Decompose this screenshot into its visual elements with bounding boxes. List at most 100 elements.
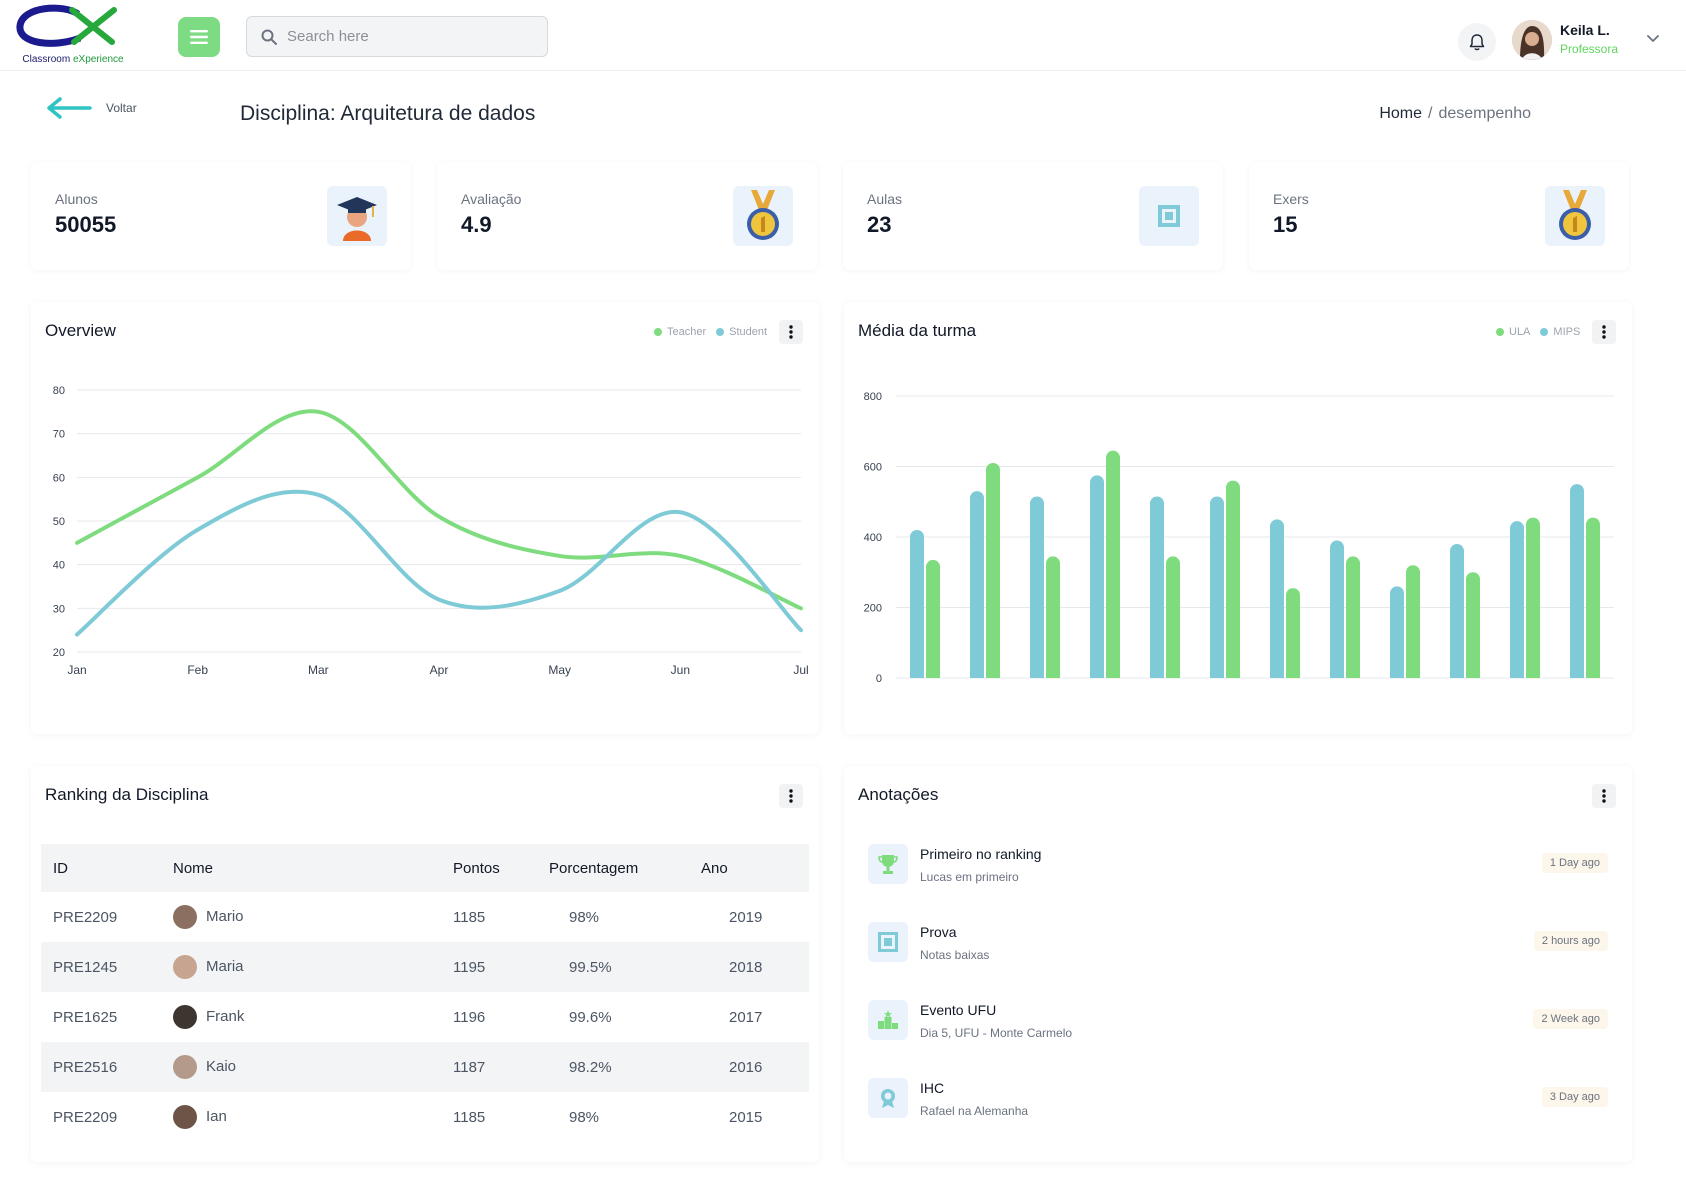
logo[interactable]: Classroom eXperience: [14, 4, 132, 68]
y-tick-label: 50: [53, 516, 65, 528]
bar-ula: [1526, 517, 1540, 678]
cell-porcentagem: 99.5%: [569, 958, 612, 976]
cell-nome: Frank: [173, 992, 453, 1042]
table-row[interactable]: PRE1245 Maria 1195 99.5% 2018: [41, 942, 809, 992]
bar-mips: [1570, 484, 1584, 678]
bar-base-ula: [986, 670, 1000, 678]
bar-base-ula: [1586, 670, 1600, 678]
bar-ula: [1406, 565, 1420, 678]
x-tick-label: Jun: [671, 663, 690, 677]
bar-mips: [910, 529, 924, 678]
note-item[interactable]: Evento UFU Dia 5, UFU - Monte Carmelo 2 …: [868, 1000, 1608, 1056]
cell-nome: Ian: [173, 1092, 453, 1142]
bar-ula: [1346, 556, 1360, 678]
bar-mips: [1210, 496, 1224, 678]
cell-porcentagem: 99.6%: [569, 1008, 612, 1026]
overview-panel: Overview Teacher Student 20 30 40 50 60 70 80 J…: [31, 302, 819, 734]
bar-base-ula: [1406, 670, 1420, 678]
column-header-porcentagem[interactable]: Porcentagem: [549, 844, 701, 892]
note-title: IHC: [920, 1080, 945, 1096]
bar-ula: [1226, 480, 1240, 678]
search-box: [246, 16, 548, 57]
stat-value: 23: [867, 212, 892, 237]
x-tick-label: Jan: [67, 663, 86, 677]
table-row[interactable]: PRE2209 Ian 1185 98% 2015: [41, 1092, 809, 1142]
note-subtitle: Notas baixas: [920, 948, 990, 962]
medal-icon: [1545, 186, 1605, 246]
bar-mips: [1390, 586, 1404, 678]
frame-icon: [1139, 186, 1199, 246]
bar-ula: [1586, 517, 1600, 678]
cell-id: PRE1625: [53, 1008, 118, 1026]
notes-panel: Anotações Primeiro no ranking Lucas em p…: [844, 766, 1632, 1162]
bar-ula: [1166, 556, 1180, 678]
cell-porcentagem: 98%: [569, 908, 600, 926]
bar-base-mips: [1030, 670, 1044, 678]
y-tick-label: 200: [864, 603, 882, 615]
notification-button[interactable]: [1458, 23, 1496, 61]
column-header-nome[interactable]: Nome: [173, 844, 453, 892]
note-title: Prova: [920, 924, 957, 940]
table-row[interactable]: PRE2516 Kaio 1187 98.2% 2016: [41, 1042, 809, 1092]
table-row[interactable]: PRE2209 Mario 1185 98% 2019: [41, 892, 809, 942]
x-tick-label: Feb: [187, 663, 208, 677]
bar-base-mips: [910, 670, 924, 678]
bar-base-mips: [1390, 670, 1404, 678]
note-item[interactable]: IHC Rafael na Alemanha 3 Day ago: [868, 1078, 1608, 1134]
bar-base-mips: [1150, 670, 1164, 678]
y-tick-label: 0: [876, 673, 882, 685]
back-button[interactable]: Voltar: [46, 96, 137, 120]
ranking-menu-button[interactable]: [779, 784, 803, 808]
bar-base-ula: [1466, 670, 1480, 678]
y-tick-label: 60: [53, 472, 65, 484]
column-header-id[interactable]: ID: [41, 844, 173, 892]
bar-base-mips: [1450, 670, 1464, 678]
note-title: Evento UFU: [920, 1002, 997, 1018]
chevron-down-icon[interactable]: [1646, 34, 1660, 43]
column-header-ano[interactable]: Ano: [701, 844, 809, 892]
breadcrumb-home[interactable]: Home: [1379, 105, 1422, 122]
menu-button[interactable]: [178, 17, 220, 57]
cell-nome-text: Maria: [206, 957, 244, 975]
trophy-icon: [868, 844, 908, 884]
user-avatar[interactable]: [1512, 20, 1552, 60]
top-bar: Classroom eXperience Keila L. Professora: [0, 0, 1686, 71]
bar-mips: [1090, 475, 1104, 678]
note-time-badge: 3 Day ago: [1541, 1087, 1608, 1107]
bar-base-mips: [1570, 670, 1584, 678]
notes-menu-button[interactable]: [1592, 784, 1616, 808]
bar-base-ula: [1346, 670, 1360, 678]
series-line-student: [75, 489, 803, 637]
cell-nome: Mario: [173, 892, 453, 942]
bar-ula: [1466, 572, 1480, 678]
frame-icon: [868, 922, 908, 962]
cell-ano: 2018: [729, 958, 763, 976]
note-item[interactable]: Primeiro no ranking Lucas em primeiro 1 …: [868, 844, 1608, 900]
bar-base-ula: [1106, 670, 1120, 678]
avatar: [173, 955, 197, 979]
logo-text: Classroom eXperience: [22, 54, 124, 65]
bar-mips: [1330, 540, 1344, 678]
column-header-pontos[interactable]: Pontos: [453, 844, 549, 892]
note-subtitle: Dia 5, UFU - Monte Carmelo: [920, 1026, 1073, 1040]
bar-mips: [1510, 521, 1524, 678]
avatar: [173, 1105, 197, 1129]
bar-mips: [1150, 496, 1164, 678]
logo-mark: [16, 4, 117, 47]
bar-base-ula: [1046, 670, 1060, 678]
badge-icon: [868, 1078, 908, 1118]
note-item[interactable]: Prova Notas baixas 2 hours ago: [868, 922, 1608, 978]
back-label: Voltar: [106, 101, 137, 115]
media-panel: Média da turma ULA MIPS 0 200 400 600 800: [844, 302, 1632, 734]
bar-base-mips: [1210, 670, 1224, 678]
ranking-table: ID Nome Pontos Porcentagem Ano PRE2209 M…: [41, 844, 809, 1142]
cell-pontos: 1195: [453, 958, 486, 976]
table-row[interactable]: PRE1625 Frank 1196 99.6% 2017: [41, 992, 809, 1042]
cell-id: PRE2209: [53, 1108, 118, 1126]
user-photo: [1512, 20, 1552, 60]
y-tick-label: 70: [53, 429, 65, 441]
avatar: [173, 1055, 197, 1079]
arrow-left-icon: [47, 97, 92, 119]
stat-card-aulas: Aulas 23: [843, 162, 1223, 270]
search-input[interactable]: [287, 28, 527, 45]
